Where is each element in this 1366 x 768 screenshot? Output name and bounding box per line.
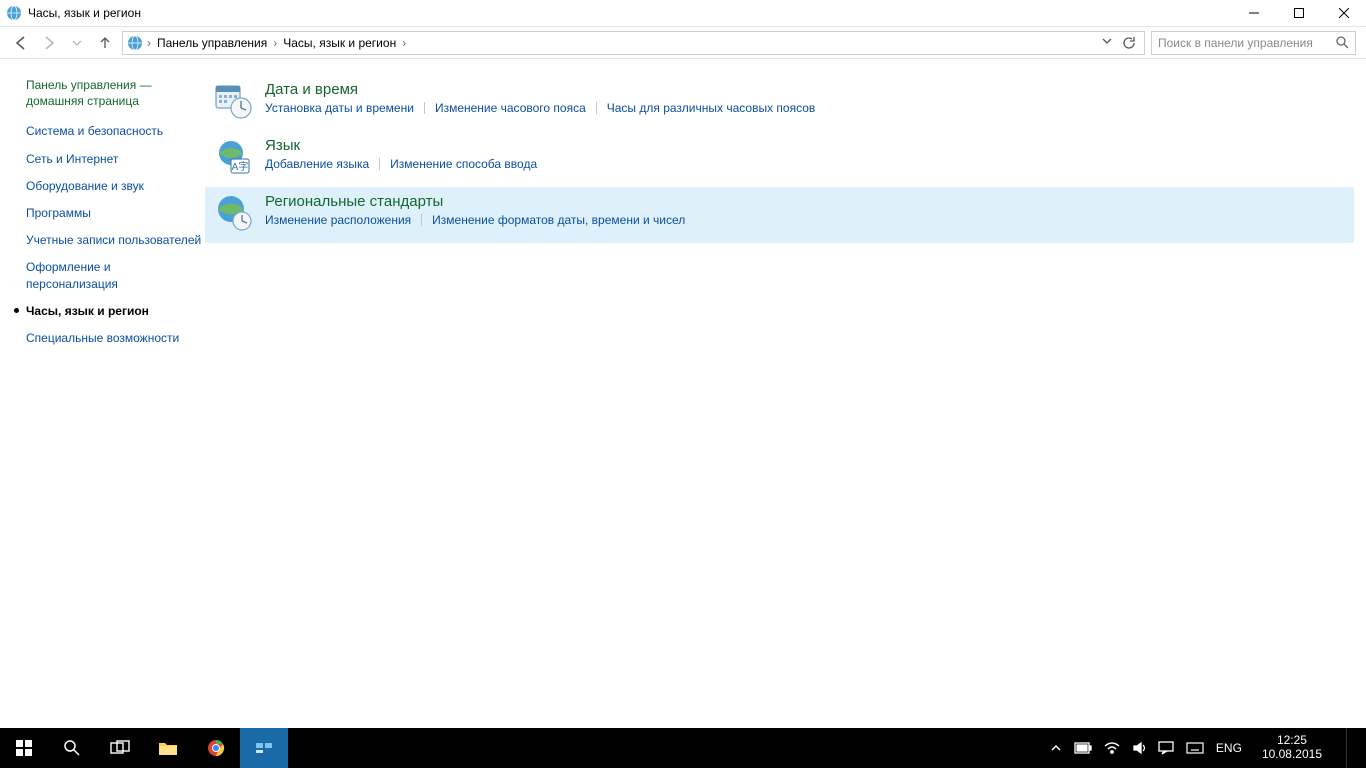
tray-time: 12:25: [1262, 734, 1322, 748]
battery-icon[interactable]: [1074, 742, 1092, 754]
heading-date-time[interactable]: Дата и время: [265, 81, 815, 98]
search-box[interactable]: [1151, 31, 1356, 55]
tray-clock[interactable]: 12:25 10.08.2015: [1254, 734, 1330, 762]
link-set-date-time[interactable]: Установка даты и времени: [265, 101, 414, 115]
sidebar-item-users[interactable]: Учетные записи пользователей: [26, 232, 205, 248]
control-panel-icon: [127, 35, 143, 51]
sidebar-item-accessibility[interactable]: Специальные возможности: [26, 330, 205, 346]
navbar: › Панель управления › Часы, язык и регио…: [0, 27, 1366, 59]
group-region: Региональные стандарты Изменение располо…: [205, 187, 1354, 243]
file-explorer-button[interactable]: [144, 728, 192, 768]
breadcrumb-section[interactable]: Часы, язык и регион: [281, 36, 398, 50]
sidebar-item-programs[interactable]: Программы: [26, 205, 205, 221]
action-center-icon[interactable]: [1158, 741, 1174, 755]
sidebar-item-appearance[interactable]: Оформление и персонализация: [26, 259, 205, 291]
tray-overflow-icon[interactable]: [1050, 742, 1062, 754]
sidebar-item-hardware[interactable]: Оборудование и звук: [26, 178, 205, 194]
minimize-button[interactable]: [1231, 0, 1276, 27]
up-button[interactable]: [94, 32, 116, 54]
forward-button[interactable]: [38, 32, 60, 54]
titlebar: Часы, язык и регион: [0, 0, 1366, 27]
start-button[interactable]: [0, 728, 48, 768]
maximize-button[interactable]: [1276, 0, 1321, 27]
breadcrumb-root[interactable]: Панель управления: [155, 36, 269, 50]
svg-text:A字: A字: [232, 160, 249, 173]
sidebar-item-system-security[interactable]: Система и безопасность: [26, 123, 205, 139]
clock-calendar-icon: [213, 81, 253, 121]
sidebar-home[interactable]: Панель управления — домашняя страница: [26, 77, 205, 109]
link-change-input-method[interactable]: Изменение способа ввода: [390, 157, 537, 171]
wifi-icon[interactable]: [1104, 741, 1120, 755]
link-add-language[interactable]: Добавление языка: [265, 157, 369, 171]
volume-icon[interactable]: [1132, 741, 1146, 755]
recent-dropdown[interactable]: [66, 32, 88, 54]
refresh-icon[interactable]: [1122, 36, 1136, 50]
chevron-down-icon[interactable]: [1102, 36, 1112, 46]
link-change-formats[interactable]: Изменение форматов даты, времени и чисел: [432, 213, 685, 227]
link-additional-clocks[interactable]: Часы для различных часовых поясов: [607, 101, 816, 115]
tray-date: 10.08.2015: [1262, 748, 1322, 762]
chevron-right-icon[interactable]: ›: [273, 36, 277, 50]
window-title: Часы, язык и регион: [28, 6, 141, 20]
group-language: A字 Язык Добавление языка Изменение спосо…: [205, 131, 1354, 187]
search-icon: [1336, 36, 1349, 49]
back-button[interactable]: [10, 32, 32, 54]
main-content: Дата и время Установка даты и времени Из…: [205, 59, 1366, 728]
language-globe-icon: A字: [213, 137, 253, 177]
sidebar: Панель управления — домашняя страница Си…: [0, 59, 205, 728]
keyboard-icon[interactable]: [1186, 742, 1204, 754]
sidebar-item-network[interactable]: Сеть и Интернет: [26, 151, 205, 167]
chrome-button[interactable]: [192, 728, 240, 768]
search-button[interactable]: [48, 728, 96, 768]
address-bar[interactable]: › Панель управления › Часы, язык и регио…: [122, 31, 1145, 55]
link-change-timezone[interactable]: Изменение часового пояса: [435, 101, 586, 115]
link-change-location[interactable]: Изменение расположения: [265, 213, 411, 227]
heading-region[interactable]: Региональные стандарты: [265, 193, 685, 210]
control-panel-icon: [6, 5, 22, 21]
group-date-time: Дата и время Установка даты и времени Из…: [205, 75, 1354, 131]
close-button[interactable]: [1321, 0, 1366, 27]
task-view-button[interactable]: [96, 728, 144, 768]
heading-language[interactable]: Язык: [265, 137, 537, 154]
control-panel-taskbar-button[interactable]: [240, 728, 288, 768]
chevron-right-icon[interactable]: ›: [402, 36, 406, 50]
sidebar-item-clock-lang-region[interactable]: Часы, язык и регион: [26, 303, 205, 319]
show-desktop-button[interactable]: [1346, 728, 1362, 768]
search-input[interactable]: [1158, 36, 1336, 50]
taskbar: ENG 12:25 10.08.2015: [0, 728, 1366, 768]
region-globe-clock-icon: [213, 193, 253, 233]
chevron-right-icon[interactable]: ›: [147, 36, 151, 50]
tray-language[interactable]: ENG: [1216, 741, 1242, 755]
